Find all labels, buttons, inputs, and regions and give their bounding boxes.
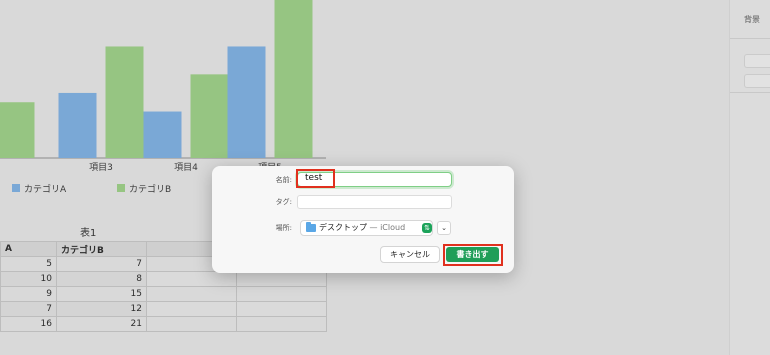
table-header-cell[interactable]: A bbox=[0, 241, 57, 257]
bar-b[interactable] bbox=[274, 0, 313, 158]
table-cell[interactable] bbox=[146, 286, 237, 302]
expand-button[interactable]: ⌄ bbox=[437, 221, 451, 235]
chevron-down-icon: ⌄ bbox=[441, 224, 447, 232]
export-dialog: 名前: test タグ: 場所: デスクトップ — iCloud ⇅ ⌄ キャン… bbox=[212, 166, 514, 273]
bar-a[interactable] bbox=[227, 46, 266, 158]
tag-field[interactable] bbox=[297, 195, 452, 209]
legend-label-a: カテゴリA bbox=[24, 185, 67, 195]
table-cell[interactable]: 9 bbox=[0, 286, 57, 302]
table-cell[interactable]: 10 bbox=[0, 271, 57, 287]
export-highlight bbox=[443, 244, 503, 266]
bar-b[interactable] bbox=[0, 102, 35, 158]
table-cell[interactable] bbox=[146, 316, 237, 332]
divider bbox=[730, 38, 770, 39]
bar-b[interactable] bbox=[105, 46, 144, 158]
x-tick-label: 項目4 bbox=[174, 162, 198, 173]
name-highlight bbox=[296, 169, 335, 188]
tag-label: タグ: bbox=[275, 198, 292, 206]
table-cell[interactable] bbox=[236, 286, 327, 302]
table-cell[interactable] bbox=[146, 271, 237, 287]
location-label: 場所: bbox=[275, 224, 292, 232]
table-cell[interactable]: 21 bbox=[56, 316, 147, 332]
stepper-icon: ⇅ bbox=[422, 223, 432, 233]
table-cell[interactable]: 7 bbox=[56, 256, 147, 272]
name-label: 名前: bbox=[275, 176, 292, 184]
bar-b[interactable] bbox=[190, 74, 229, 158]
location-select[interactable]: デスクトップ — iCloud ⇅ bbox=[300, 220, 433, 236]
legend-label-b: カテゴリB bbox=[129, 185, 172, 195]
table-cell[interactable]: 5 bbox=[0, 256, 57, 272]
cancel-button[interactable]: キャンセル bbox=[380, 246, 440, 263]
table-cell[interactable]: 15 bbox=[56, 286, 147, 302]
table-cell[interactable]: 12 bbox=[56, 301, 147, 317]
inspector-field[interactable] bbox=[744, 74, 770, 88]
folder-icon bbox=[306, 222, 316, 232]
x-tick-label: 項目3 bbox=[89, 162, 113, 173]
background-label: 背景 bbox=[744, 15, 760, 24]
inspector-panel: 背景 bbox=[729, 0, 770, 355]
table-cell[interactable] bbox=[236, 271, 327, 287]
bar-a[interactable] bbox=[58, 92, 97, 158]
table-cell[interactable]: 7 bbox=[0, 301, 57, 317]
table-cell[interactable] bbox=[236, 301, 327, 317]
legend-swatch-b bbox=[117, 184, 125, 192]
table-title: 表1 bbox=[80, 228, 97, 239]
table-header-cell[interactable]: カテゴリB bbox=[56, 241, 147, 257]
table-cell[interactable] bbox=[146, 301, 237, 317]
divider bbox=[730, 92, 770, 93]
inspector-field[interactable] bbox=[744, 54, 770, 68]
bar-chart: 目2項目3項目4項目5 bbox=[0, 0, 326, 173]
table-cell[interactable] bbox=[236, 316, 327, 332]
bar-a[interactable] bbox=[143, 111, 182, 158]
table-cell[interactable]: 8 bbox=[56, 271, 147, 287]
legend-swatch-a bbox=[12, 184, 20, 192]
location-value: デスクトップ — iCloud bbox=[319, 223, 406, 232]
table-cell[interactable]: 16 bbox=[0, 316, 57, 332]
